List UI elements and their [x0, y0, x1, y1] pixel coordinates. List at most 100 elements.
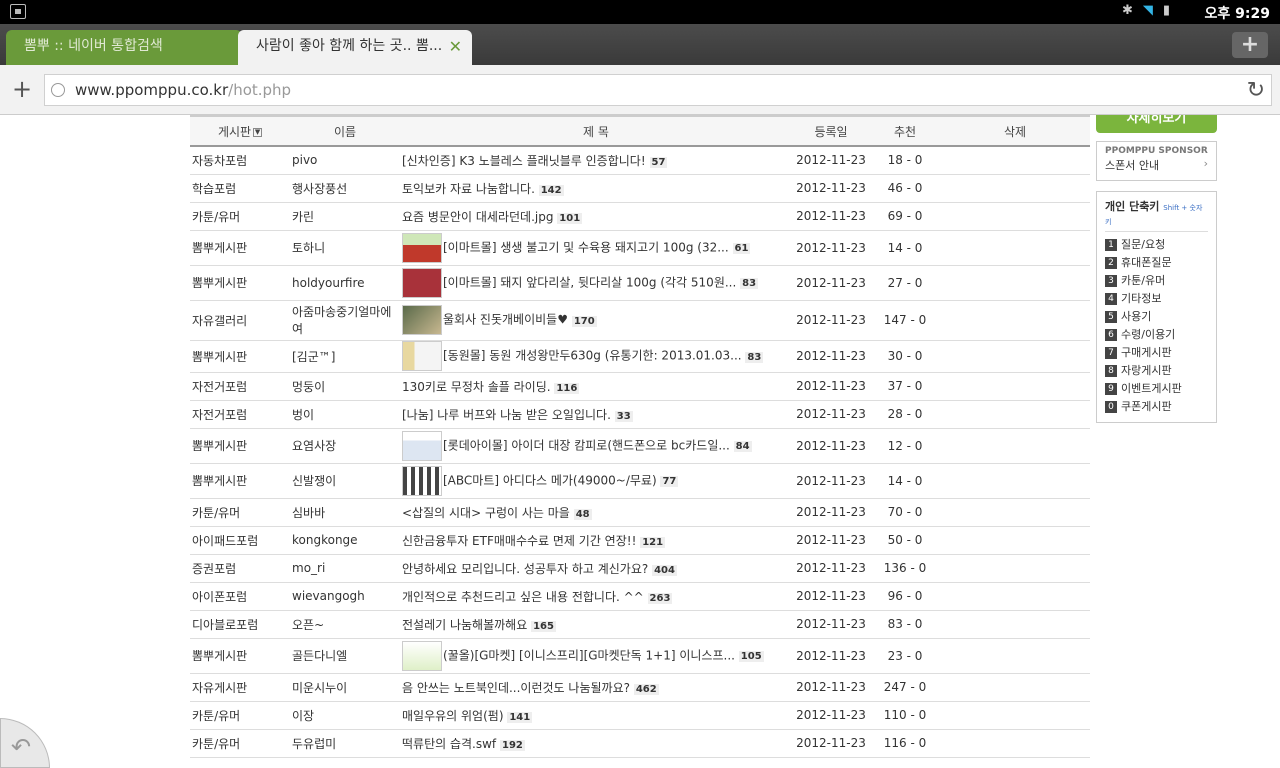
post-title-link[interactable]: 개인적으로 추천드리고 싶은 내용 전합니다. ^^: [402, 590, 644, 604]
post-board[interactable]: 자동차포럼: [190, 146, 290, 175]
post-author[interactable]: 요염사장: [290, 428, 400, 464]
reload-icon[interactable]: ↻: [1247, 78, 1265, 103]
new-tab-button[interactable]: +: [1232, 32, 1268, 58]
post-title-link[interactable]: [ABC마트] 아디다스 메가(49000~/무료): [443, 473, 657, 487]
post-author[interactable]: 멍둥이: [290, 372, 400, 401]
post-thumbnail[interactable]: [402, 341, 442, 371]
table-row[interactable]: 아이폰포럼 wievangogh 개인적으로 추천드리고 싶은 내용 전합니다.…: [190, 582, 1090, 611]
board-dropdown-icon[interactable]: ▼: [253, 127, 263, 137]
detail-button[interactable]: 자세히보기: [1096, 115, 1217, 133]
post-author[interactable]: mo_ri: [290, 554, 400, 583]
post-thumbnail[interactable]: [402, 465, 442, 496]
post-author[interactable]: 미운시누이: [290, 673, 400, 702]
post-board[interactable]: 자전거포럼: [190, 372, 290, 401]
post-title-link[interactable]: 떡류탄의 습격.swf: [402, 737, 496, 751]
post-author[interactable]: pivo: [290, 146, 400, 175]
post-board[interactable]: 카툰/유머: [190, 701, 290, 730]
post-title-link[interactable]: 매일우유의 위엄(펌): [402, 709, 504, 723]
add-bookmark-icon[interactable]: +: [12, 77, 32, 101]
post-author[interactable]: 심바바: [290, 498, 400, 527]
shortcut-item[interactable]: 7 구매게시판: [1105, 344, 1208, 362]
table-row[interactable]: 카툰/유머 카린 요즘 병문안이 대세라던데.jpg 101 2012-11-2…: [190, 202, 1090, 231]
shortcut-item[interactable]: 3 카툰/유머: [1105, 272, 1208, 290]
post-board[interactable]: 뽐뿌게시판: [190, 340, 290, 373]
post-author[interactable]: 이장: [290, 701, 400, 730]
post-author[interactable]: wievangogh: [290, 582, 400, 611]
post-author[interactable]: [김군™]: [290, 340, 400, 373]
post-board[interactable]: 증권포럼: [190, 554, 290, 583]
table-row[interactable]: 자유갤러리 아줌마송중기얼마에여 울회사 진돗개베이비들♥ 170 2012-1…: [190, 300, 1090, 341]
table-row[interactable]: 자유게시판 미운시누이 음 안쓰는 노트북인데...이런것도 나눔될까요? 46…: [190, 673, 1090, 702]
sponsor-link[interactable]: 스폰서 안내 ›: [1105, 157, 1208, 173]
table-row[interactable]: 아이패드포럼 kongkonge 신한금융투자 ETF매매수수료 면제 기간 연…: [190, 526, 1090, 555]
sponsor-box[interactable]: PPOMPPU SPONSOR 스폰서 안내 ›: [1096, 141, 1217, 181]
table-row[interactable]: 카툰/유머 두유럽미 떡류탄의 습격.swf 192 2012-11-23 11…: [190, 729, 1090, 758]
table-row[interactable]: 뽐뿌게시판 [김군™] [동원몰] 동원 개성왕만두630g (유통기한: 20…: [190, 340, 1090, 373]
post-board[interactable]: 카툰/유머: [190, 202, 290, 231]
col-board[interactable]: 게시판 ▼: [190, 115, 290, 147]
shortcut-item[interactable]: 4 기타정보: [1105, 290, 1208, 308]
table-row[interactable]: 뽐뿌게시판 요염사장 [롯데아이몰] 아이더 대장 캄피로(핸드폰으로 bc카드…: [190, 428, 1090, 464]
post-author[interactable]: 신발쟁이: [290, 463, 400, 499]
table-row[interactable]: 학습포럼 행사장풍선 토익보카 자료 나눔합니다. 142 2012-11-23…: [190, 174, 1090, 203]
notification-icon[interactable]: [10, 4, 26, 19]
post-board[interactable]: 뽐뿌게시판: [190, 463, 290, 499]
post-thumbnail[interactable]: [402, 267, 442, 298]
post-title-link[interactable]: 요즘 병문안이 대세라던데.jpg: [402, 210, 553, 224]
post-board[interactable]: 뽐뿌게시판: [190, 265, 290, 301]
tab-ppomppu[interactable]: 사람이 좋아 함께 하는 곳.. 뽐... ✕: [238, 30, 472, 65]
post-title-link[interactable]: 음 안쓰는 노트북인데...이런것도 나눔될까요?: [402, 681, 630, 695]
post-title-link[interactable]: (꿀올)[G마켓] [이니스프리][G마켓단독 1+1] 이니스프...: [443, 648, 735, 662]
post-author[interactable]: 벙이: [290, 400, 400, 429]
post-title-link[interactable]: [나눔] 나루 버프와 나눔 받은 오일입니다.: [402, 408, 611, 422]
post-title-link[interactable]: 울회사 진돗개베이비들♥: [443, 313, 568, 327]
table-row[interactable]: 카툰/유머 이장 매일우유의 위엄(펌) 141 2012-11-23 110 …: [190, 701, 1090, 730]
post-board[interactable]: 자전거포럼: [190, 400, 290, 429]
post-board[interactable]: 뽐뿌게시판: [190, 428, 290, 464]
post-thumbnail[interactable]: [402, 232, 442, 263]
post-author[interactable]: 행사장풍선: [290, 174, 400, 203]
shortcut-item[interactable]: 1 질문/요청: [1105, 236, 1208, 254]
shortcut-item[interactable]: 9 이벤트게시판: [1105, 380, 1208, 398]
shortcut-item[interactable]: 6 수령/이용기: [1105, 326, 1208, 344]
post-title-link[interactable]: 전설레기 나눔해볼까해요: [402, 618, 527, 632]
tab-naver-search[interactable]: 뽐뿌 :: 네이버 통합검색: [6, 30, 242, 65]
shortcut-item[interactable]: 2 휴대폰질문: [1105, 254, 1208, 272]
post-author[interactable]: 카린: [290, 202, 400, 231]
post-author[interactable]: kongkonge: [290, 526, 400, 555]
table-row[interactable]: 뽐뿌게시판 신발쟁이 [ABC마트] 아디다스 메가(49000~/무료) 77…: [190, 463, 1090, 499]
post-title-link[interactable]: [동원몰] 동원 개성왕만두630g (유통기한: 2013.01.03...: [443, 349, 742, 363]
post-board[interactable]: 아이패드포럼: [190, 526, 290, 555]
table-row[interactable]: 자전거포럼 벙이 [나눔] 나루 버프와 나눔 받은 오일입니다. 33 201…: [190, 400, 1090, 429]
table-row[interactable]: 증권포럼 mo_ri 안녕하세요 모리입니다. 성공투자 하고 계신가요? 40…: [190, 554, 1090, 583]
table-row[interactable]: 뽐뿌게시판 holdyourfire [이마트몰] 돼지 앞다리살, 뒷다리살 …: [190, 265, 1090, 301]
shortcut-item[interactable]: 0 쿠폰게시판: [1105, 398, 1208, 416]
post-author[interactable]: 아줌마송중기얼마에여: [290, 300, 400, 341]
shortcut-item[interactable]: 5 사용기: [1105, 308, 1208, 326]
post-author[interactable]: 토하니: [290, 230, 400, 266]
post-board[interactable]: 뽐뿌게시판: [190, 230, 290, 266]
post-board[interactable]: 카툰/유머: [190, 498, 290, 527]
post-board[interactable]: 자유갤러리: [190, 300, 290, 341]
post-title-link[interactable]: [이마트몰] 돼지 앞다리살, 뒷다리살 100g (각각 510원...: [443, 275, 736, 289]
post-author[interactable]: 두유럽미: [290, 729, 400, 758]
post-title-link[interactable]: [이마트몰] 생생 불고기 및 수육용 돼지고기 100g (32...: [443, 240, 729, 254]
close-tab-icon[interactable]: ✕: [449, 30, 462, 63]
post-author[interactable]: holdyourfire: [290, 265, 400, 301]
table-row[interactable]: 자동차포럼 pivo [신차인증] K3 노블레스 플래닛블루 인증합니다! 5…: [190, 146, 1090, 175]
table-row[interactable]: 자전거포럼 멍둥이 130키로 무정차 솔플 라이딩. 116 2012-11-…: [190, 372, 1090, 401]
post-title-link[interactable]: 130키로 무정차 솔플 라이딩.: [402, 380, 551, 394]
post-title-link[interactable]: 신한금융투자 ETF매매수수료 면제 기간 연장!!: [402, 534, 636, 548]
post-title-link[interactable]: 안녕하세요 모리입니다. 성공투자 하고 계신가요?: [402, 562, 648, 576]
post-title-link[interactable]: 토익보카 자료 나눔합니다.: [402, 182, 535, 196]
post-thumbnail[interactable]: [402, 640, 442, 671]
post-board[interactable]: 자유게시판: [190, 673, 290, 702]
shortcut-item[interactable]: 8 자랑게시판: [1105, 362, 1208, 380]
table-row[interactable]: 뽐뿌게시판 토하니 [이마트몰] 생생 불고기 및 수육용 돼지고기 100g …: [190, 230, 1090, 266]
post-author[interactable]: 오픈~: [290, 610, 400, 639]
post-title-link[interactable]: [롯데아이몰] 아이더 대장 캄피로(핸드폰으로 bc카드일...: [443, 438, 730, 452]
post-title-link[interactable]: <삽질의 시대> 구렁이 사는 마을: [402, 506, 570, 520]
post-board[interactable]: 카툰/유머: [190, 729, 290, 758]
table-row[interactable]: 뽐뿌게시판 골든다니엘 (꿀올)[G마켓] [이니스프리][G마켓단독 1+1]…: [190, 638, 1090, 674]
post-board[interactable]: 디아블로포럼: [190, 610, 290, 639]
